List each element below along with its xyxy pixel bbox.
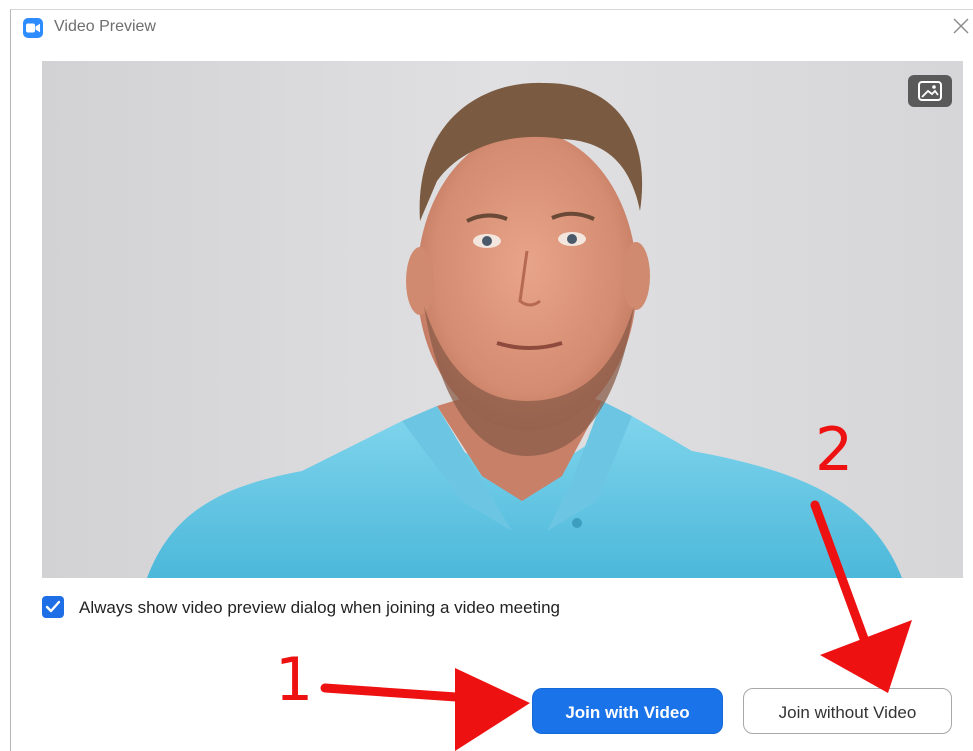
- camera-preview: [42, 61, 963, 578]
- window-title: Video Preview: [54, 18, 156, 35]
- image-icon[interactable]: [908, 75, 952, 107]
- title-bar: Video Preview: [11, 10, 973, 44]
- zoom-camera-icon: [23, 18, 43, 38]
- join-with-video-button[interactable]: Join with Video: [532, 688, 723, 734]
- always-show-preview-label[interactable]: Always show video preview dialog when jo…: [79, 597, 560, 619]
- camera-feed-image: [42, 61, 963, 578]
- join-without-video-button[interactable]: Join without Video: [743, 688, 952, 734]
- always-show-preview-checkbox[interactable]: [42, 596, 64, 618]
- video-preview-dialog: Video Preview Always show video preview …: [10, 9, 973, 751]
- annotation-step-2: 2: [815, 415, 854, 485]
- annotation-step-1: 1: [275, 645, 314, 715]
- close-icon[interactable]: [949, 14, 973, 38]
